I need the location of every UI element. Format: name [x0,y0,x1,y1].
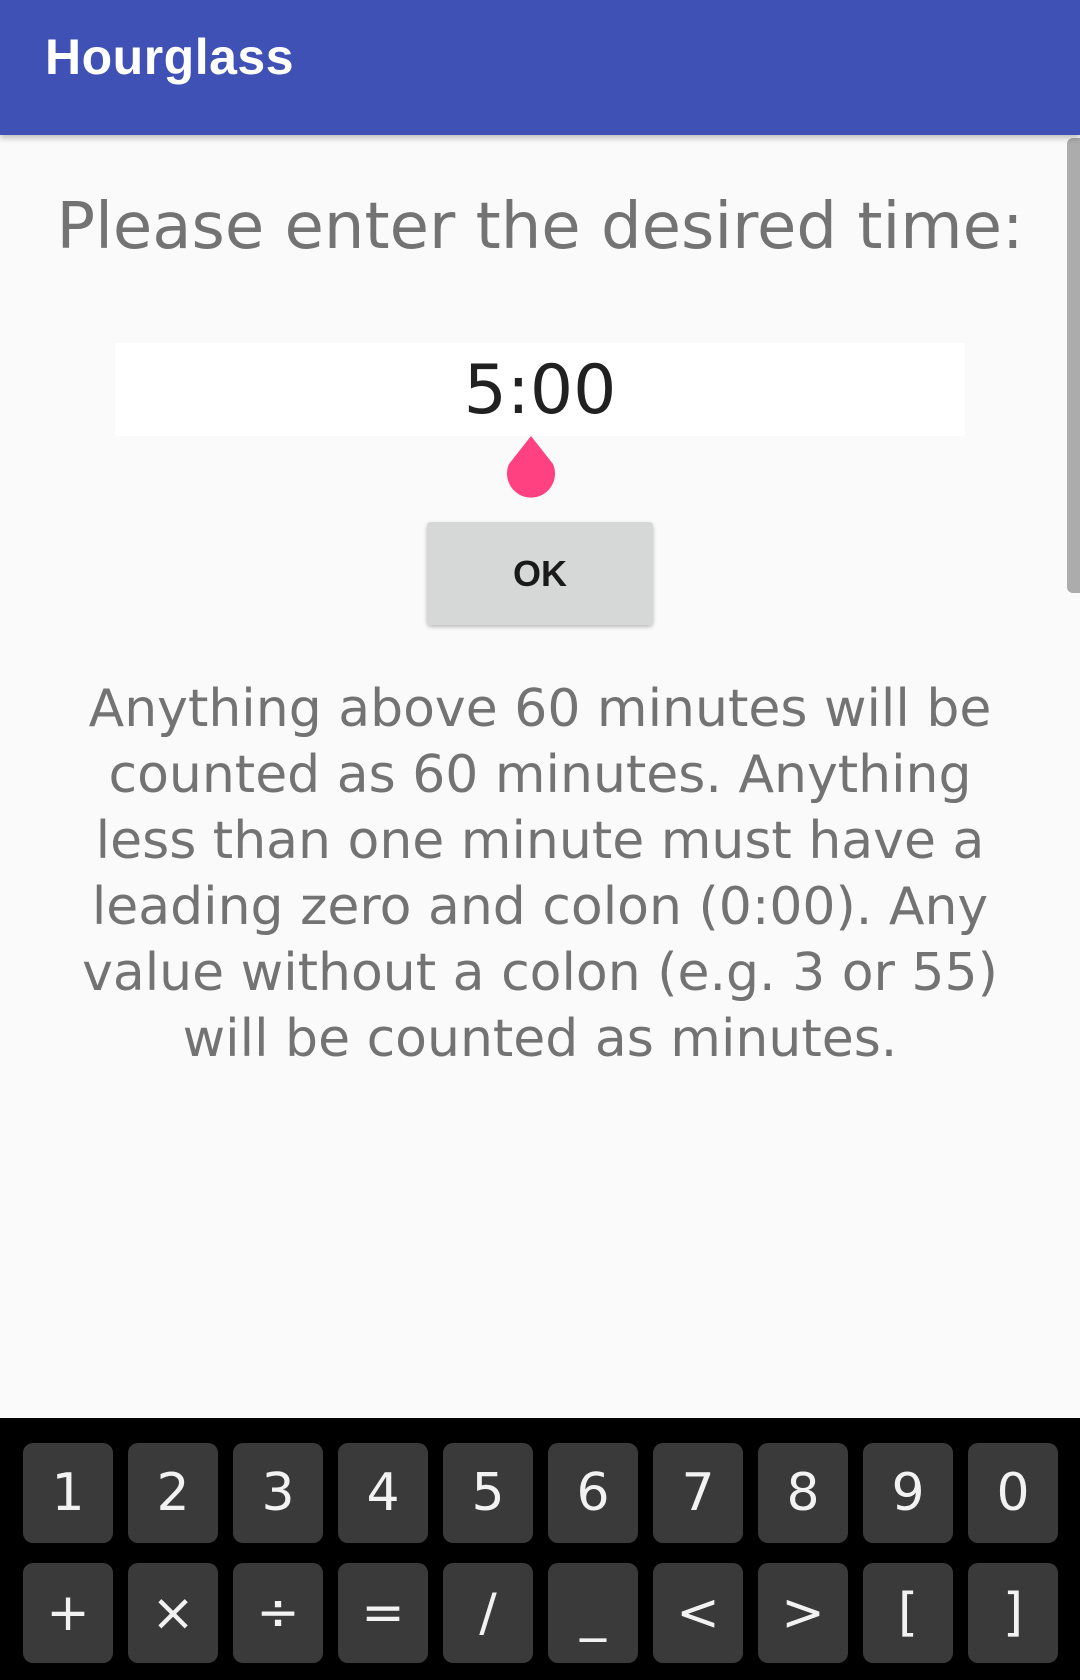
key-2[interactable]: 2 [128,1443,218,1543]
key-3[interactable]: 3 [233,1443,323,1543]
app-bar: Hourglass [0,0,1080,135]
key-underscore[interactable]: _ [548,1563,638,1663]
time-prompt: Please enter the desired time: [56,190,1024,264]
key-slash[interactable]: / [443,1563,533,1663]
text-cursor-handle-icon[interactable] [503,436,559,504]
key-6[interactable]: 6 [548,1443,638,1543]
key-multiply[interactable]: × [128,1563,218,1663]
key-4[interactable]: 4 [338,1443,428,1543]
soft-keyboard: 1 2 3 4 5 6 7 8 9 0 + × ÷ = / _ < > [ ] [0,1418,1080,1680]
ok-button[interactable]: OK [427,522,653,625]
key-7[interactable]: 7 [653,1443,743,1543]
key-1[interactable]: 1 [23,1443,113,1543]
key-8[interactable]: 8 [758,1443,848,1543]
key-plus[interactable]: + [23,1563,113,1663]
key-5[interactable]: 5 [443,1443,533,1543]
key-close-bracket[interactable]: ] [968,1563,1058,1663]
key-0[interactable]: 0 [968,1443,1058,1543]
key-greater-than[interactable]: > [758,1563,848,1663]
key-equals[interactable]: = [338,1563,428,1663]
key-open-bracket[interactable]: [ [863,1563,953,1663]
app-title: Hourglass [45,29,295,85]
instructions-text: Anything above 60 minutes will be counte… [82,679,998,1069]
key-9[interactable]: 9 [863,1443,953,1543]
time-input[interactable] [115,343,965,436]
key-less-than[interactable]: < [653,1563,743,1663]
key-divide[interactable]: ÷ [233,1563,323,1663]
